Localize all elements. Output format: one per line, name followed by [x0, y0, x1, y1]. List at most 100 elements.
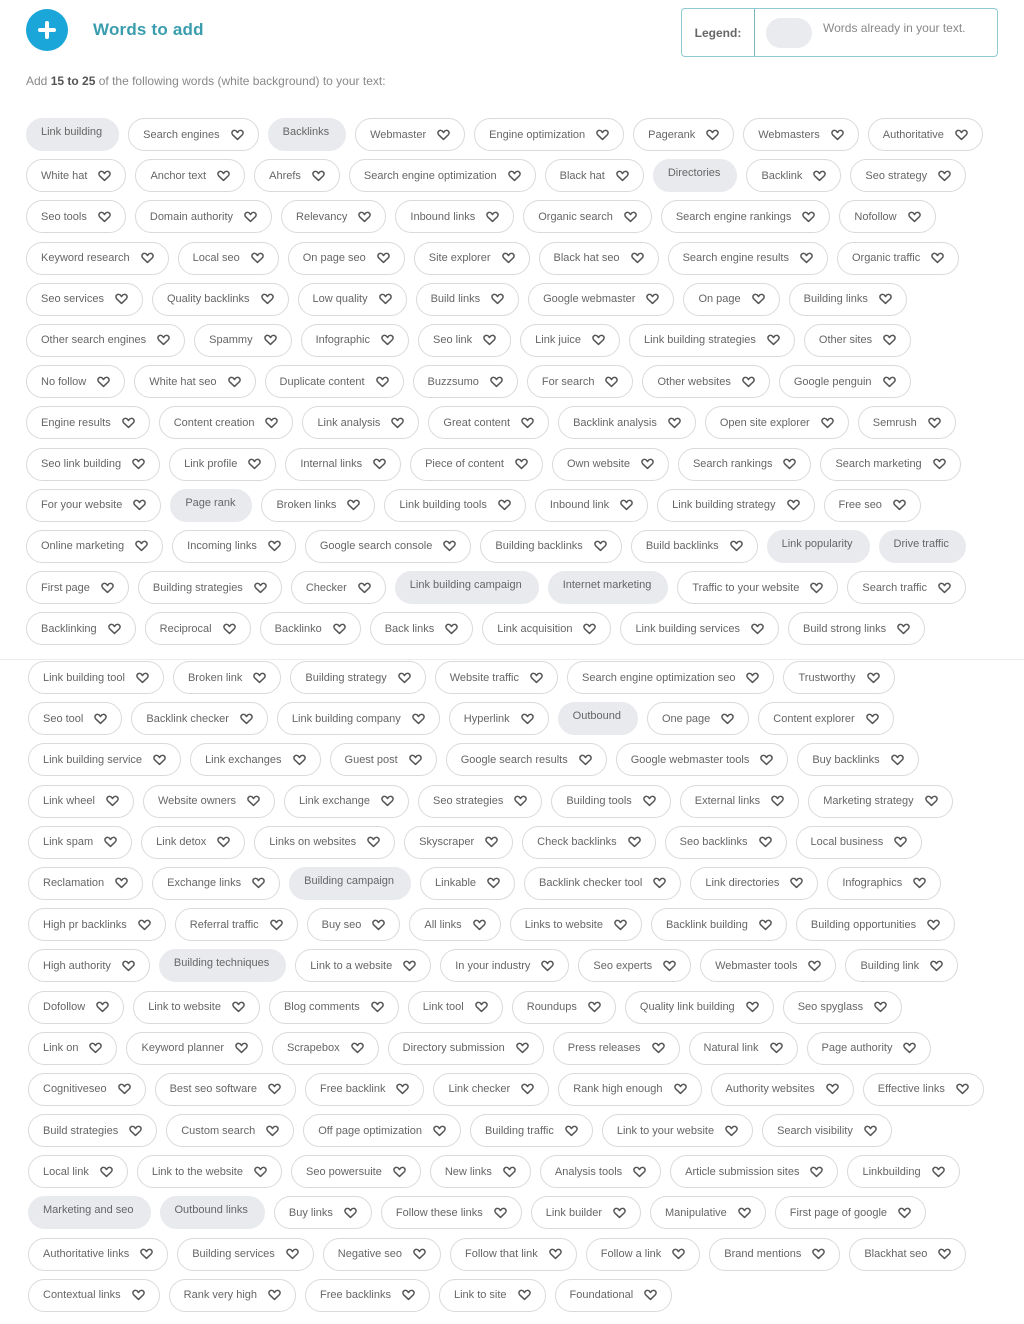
word-chip[interactable]: Buy backlinks: [797, 743, 919, 777]
heart-icon[interactable]: [641, 458, 654, 470]
word-chip[interactable]: Buy links: [273, 1196, 372, 1230]
heart-icon[interactable]: [240, 713, 253, 725]
word-chip[interactable]: Links to website: [509, 908, 642, 942]
word-chip[interactable]: Own website: [551, 447, 669, 481]
heart-icon[interactable]: [491, 293, 504, 305]
heart-icon[interactable]: [375, 376, 389, 388]
word-chip[interactable]: Quality backlinks: [151, 282, 289, 316]
word-chip[interactable]: Backlinko: [259, 612, 361, 646]
word-chip[interactable]: Search engine results: [667, 241, 828, 275]
word-chip[interactable]: Scrapebox: [272, 1031, 379, 1065]
heart-icon[interactable]: [644, 1289, 657, 1301]
word-chip[interactable]: Follow that link: [449, 1237, 577, 1271]
word-chip[interactable]: Seo powersuite: [290, 1155, 421, 1189]
heart-icon[interactable]: [530, 672, 543, 684]
heart-icon[interactable]: [627, 836, 641, 848]
heart-icon[interactable]: [812, 1248, 826, 1260]
word-chip[interactable]: First page of google: [774, 1196, 927, 1230]
word-chip-present[interactable]: Link building: [26, 118, 120, 151]
heart-icon[interactable]: [955, 129, 968, 141]
word-chip[interactable]: Search engines: [128, 118, 259, 151]
word-chip[interactable]: Rank very high: [168, 1278, 297, 1312]
word-chip[interactable]: Local business: [795, 825, 923, 859]
word-chip[interactable]: Backlink checker tool: [524, 866, 682, 900]
word-chip[interactable]: Negative seo: [322, 1237, 441, 1271]
word-chip[interactable]: Follow a link: [585, 1237, 701, 1271]
heart-icon[interactable]: [605, 376, 619, 388]
word-chip[interactable]: Foundational: [554, 1278, 673, 1312]
word-chip[interactable]: Building opportunities: [795, 908, 956, 942]
heart-icon[interactable]: [907, 211, 921, 223]
heart-icon[interactable]: [810, 582, 824, 594]
word-chip[interactable]: Link spam: [28, 825, 133, 859]
heart-icon[interactable]: [260, 293, 274, 305]
word-chip[interactable]: Contextual links: [28, 1278, 160, 1312]
word-chip[interactable]: Duplicate content: [264, 365, 404, 399]
word-chip[interactable]: Link directories: [690, 866, 819, 900]
heart-icon[interactable]: [100, 1166, 113, 1178]
heart-icon[interactable]: [137, 919, 151, 931]
word-chip[interactable]: Building backlinks: [480, 529, 622, 563]
word-chip[interactable]: On page seo: [287, 241, 405, 275]
word-chip[interactable]: Best seo software: [154, 1072, 297, 1106]
word-chip[interactable]: White hat seo: [134, 365, 256, 399]
word-chip[interactable]: External links: [679, 784, 800, 818]
word-chip[interactable]: Spammy: [194, 323, 292, 357]
word-chip[interactable]: Link to the website: [136, 1155, 282, 1189]
word-chip[interactable]: Seo tool: [28, 702, 123, 736]
word-chip[interactable]: First page: [26, 571, 129, 605]
heart-icon[interactable]: [893, 499, 906, 511]
heart-icon[interactable]: [367, 836, 380, 848]
word-chip[interactable]: Article submission sites: [670, 1155, 839, 1189]
heart-icon[interactable]: [924, 795, 938, 807]
word-chip[interactable]: Seo experts: [578, 949, 692, 983]
heart-icon[interactable]: [882, 376, 896, 388]
heart-icon[interactable]: [751, 623, 764, 635]
word-chip[interactable]: Dofollow: [28, 990, 125, 1024]
word-chip[interactable]: Effective links: [862, 1072, 984, 1106]
word-chip[interactable]: Authoritative links: [28, 1237, 169, 1271]
word-chip-present[interactable]: Internet marketing: [547, 571, 669, 605]
word-chip[interactable]: Seo tools: [26, 200, 126, 234]
heart-icon[interactable]: [292, 754, 306, 766]
heart-icon[interactable]: [131, 1289, 145, 1301]
word-chip[interactable]: Page authority: [806, 1031, 932, 1065]
heart-icon[interactable]: [487, 877, 500, 889]
heart-icon[interactable]: [874, 1001, 887, 1013]
word-chip[interactable]: Buy seo: [306, 908, 401, 942]
word-chip[interactable]: Link analysis: [302, 406, 420, 440]
word-chip[interactable]: Keyword research: [26, 241, 169, 275]
heart-icon[interactable]: [437, 129, 450, 141]
heart-icon[interactable]: [485, 836, 498, 848]
heart-icon[interactable]: [813, 170, 827, 182]
word-chip[interactable]: Content explorer: [758, 702, 894, 736]
word-chip[interactable]: Engine results: [26, 406, 150, 440]
heart-icon[interactable]: [254, 1166, 267, 1178]
heart-icon[interactable]: [483, 334, 496, 346]
word-chip[interactable]: One page: [646, 702, 750, 736]
heart-icon[interactable]: [472, 919, 486, 931]
heart-icon[interactable]: [135, 540, 148, 552]
word-chip[interactable]: In your industry: [440, 949, 570, 983]
heart-icon[interactable]: [613, 1207, 626, 1219]
heart-icon[interactable]: [938, 1248, 952, 1260]
word-chip[interactable]: Natural link: [688, 1031, 798, 1065]
heart-icon[interactable]: [651, 1042, 665, 1054]
word-chip[interactable]: High authority: [28, 949, 150, 983]
heart-icon[interactable]: [98, 170, 112, 182]
heart-icon[interactable]: [157, 334, 170, 346]
heart-icon[interactable]: [133, 499, 147, 511]
heart-icon[interactable]: [673, 1083, 687, 1095]
word-chip[interactable]: Link building tool: [28, 661, 164, 694]
heart-icon[interactable]: [358, 211, 372, 223]
heart-icon[interactable]: [445, 623, 459, 635]
word-chip[interactable]: Seo link: [418, 323, 512, 357]
word-chip[interactable]: Quality link building: [624, 990, 774, 1024]
heart-icon[interactable]: [122, 960, 135, 972]
word-chip[interactable]: Backlink analysis: [558, 406, 696, 440]
word-chip[interactable]: Keyword planner: [126, 1031, 264, 1065]
heart-icon[interactable]: [285, 1248, 299, 1260]
word-chip-present[interactable]: Directories: [652, 159, 738, 193]
heart-icon[interactable]: [745, 1001, 759, 1013]
word-chip[interactable]: For search: [526, 365, 634, 399]
